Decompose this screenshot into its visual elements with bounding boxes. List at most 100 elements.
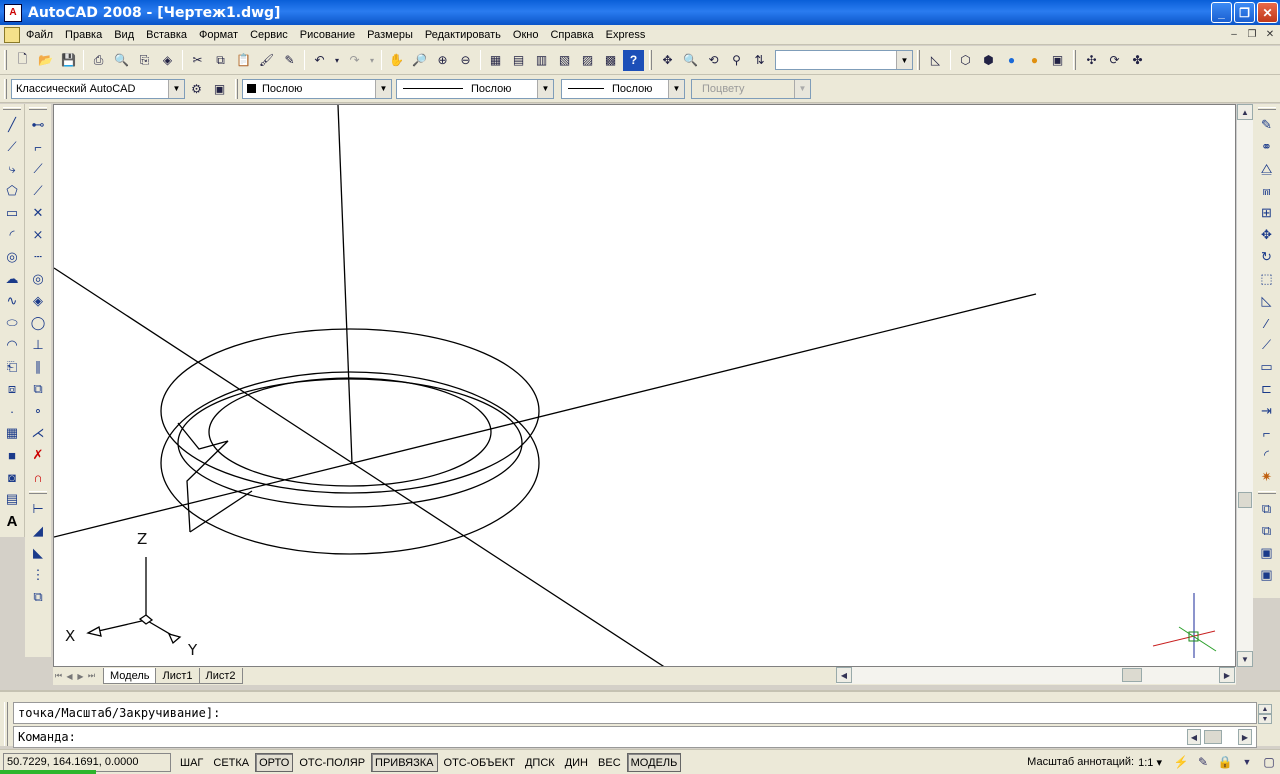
snap-center-icon[interactable]: ◎	[28, 269, 48, 289]
command-scroll-thumb[interactable]	[1204, 730, 1222, 744]
array-icon[interactable]: ⊞	[1257, 203, 1277, 223]
toolbar-grip[interactable]	[649, 50, 652, 70]
my-workspace-icon[interactable]: ▣	[209, 78, 230, 99]
erase-icon[interactable]: ✎	[1257, 115, 1277, 135]
paste-icon[interactable]: 📋	[233, 50, 254, 71]
free-orbit-icon[interactable]: ⟳	[1104, 50, 1125, 71]
print-preview-icon[interactable]: 🔍	[111, 50, 132, 71]
doc-minimize-icon[interactable]: –	[1226, 27, 1242, 42]
ordinate-dimension-icon[interactable]: ⋮	[28, 565, 48, 585]
tab-layout1[interactable]: Лист1	[155, 668, 200, 684]
publish-icon[interactable]: ⎘	[134, 50, 155, 71]
scroll-left-icon[interactable]: ◀	[836, 667, 852, 683]
dimension-style-icon[interactable]: ⧉	[28, 587, 48, 607]
zoom-previous-icon[interactable]: ⊖	[455, 50, 476, 71]
next-tab-icon[interactable]: ▶	[75, 669, 86, 683]
tab-layout2[interactable]: Лист2	[198, 668, 243, 684]
workspace-select[interactable]: Классический AutoCAD ▼	[11, 78, 185, 99]
menu-view[interactable]: Вид	[108, 25, 140, 45]
chevron-down-icon[interactable]: ▼	[537, 79, 553, 98]
sheet-set-icon[interactable]: ▧	[554, 50, 575, 71]
toolbar-grip[interactable]	[1257, 107, 1276, 110]
walk-icon[interactable]: ⚲	[726, 50, 747, 71]
menu-draw[interactable]: Рисование	[294, 25, 361, 45]
lineweight-select[interactable]: Послою ▼	[561, 78, 685, 99]
fillet-icon[interactable]: ◜	[1257, 445, 1277, 465]
snap-nearest-icon[interactable]: ⋌	[28, 423, 48, 443]
autocad-logo-icon[interactable]: A	[4, 3, 22, 22]
markup-icon[interactable]: ▨	[577, 50, 598, 71]
save-icon[interactable]: 💾	[58, 50, 79, 71]
toolbar-grip[interactable]	[4, 78, 7, 99]
toolbar-grip[interactable]	[235, 78, 238, 99]
help-icon[interactable]: ?	[623, 49, 644, 71]
chevron-down-icon[interactable]: ▼	[375, 79, 391, 98]
otrack-toggle[interactable]: ОТС-ОБЪЕКТ	[440, 753, 519, 772]
snap-from-icon[interactable]: ⌐	[28, 137, 48, 157]
draworder-above-icon[interactable]: ▣	[1257, 543, 1277, 563]
model-space-viewport[interactable]: Z X Y	[53, 104, 1236, 667]
menu-edit[interactable]: Правка	[59, 25, 108, 45]
menu-express[interactable]: Express	[600, 25, 652, 45]
annotation-visibility-icon[interactable]: ⚡	[1172, 753, 1190, 771]
rectangle-icon[interactable]: ▭	[2, 203, 22, 223]
first-tab-icon[interactable]: ⏮	[53, 669, 64, 683]
ducs-toggle[interactable]: ДПСК	[521, 753, 559, 772]
design-center-icon[interactable]: ▤	[508, 50, 529, 71]
toolbar-grip[interactable]	[1257, 491, 1276, 494]
minimize-button[interactable]: _	[1211, 2, 1232, 23]
snap-extension-icon[interactable]: ┄	[28, 247, 48, 267]
zoom-icon[interactable]: 🔍	[680, 50, 701, 71]
snap-intersection-icon[interactable]: ✕	[28, 203, 48, 223]
toolbar-grip[interactable]	[4, 50, 7, 70]
break-icon[interactable]: ⊏	[1257, 379, 1277, 399]
snap-insert-icon[interactable]: ⧉	[28, 379, 48, 399]
menu-window[interactable]: Окно	[507, 25, 545, 45]
color-select[interactable]: Послою ▼	[242, 78, 392, 99]
toolbar-grip[interactable]	[29, 107, 47, 110]
polar-tracking-toggle[interactable]: ОТС-ПОЛЯР	[295, 753, 369, 772]
snap-perpendicular-icon[interactable]: ⊥	[28, 335, 48, 355]
3d-hidden-icon[interactable]: ⬡	[955, 50, 976, 71]
osnap-settings-icon[interactable]: ∩	[28, 467, 48, 487]
realistic-icon[interactable]: ●	[1001, 50, 1022, 71]
snap-none-icon[interactable]: ✗	[28, 445, 48, 465]
stretch-icon[interactable]: ◺	[1257, 291, 1277, 311]
linetype-select[interactable]: Послою ▼	[396, 78, 554, 99]
zoom-realtime-icon[interactable]: 🔎	[409, 50, 430, 71]
arc-length-icon[interactable]: ◣	[28, 543, 48, 563]
named-view-select[interactable]: ▼	[775, 50, 913, 70]
previous-tab-icon[interactable]: ◀	[64, 669, 75, 683]
fly-icon[interactable]: ⇅	[749, 50, 770, 71]
offset-icon[interactable]: ⩎	[1257, 181, 1277, 201]
spline-icon[interactable]: ∿	[2, 291, 22, 311]
command-line-grip[interactable]	[4, 702, 8, 746]
snap-node-icon[interactable]: ∘	[28, 401, 48, 421]
rotate-icon[interactable]: ↻	[1257, 247, 1277, 267]
command-input[interactable]: Команда:	[13, 726, 1257, 748]
scale-icon[interactable]: ⬚	[1257, 269, 1277, 289]
arc-icon[interactable]: ◜	[2, 225, 22, 245]
horizontal-scroll-thumb[interactable]	[1122, 668, 1142, 682]
chevron-down-icon[interactable]: ▼	[168, 79, 184, 98]
chamfer-icon[interactable]: ⌐	[1257, 423, 1277, 443]
aligned-dimension-icon[interactable]: ◢	[28, 521, 48, 541]
menu-format[interactable]: Формат	[193, 25, 244, 45]
chevron-down-icon[interactable]: ▼	[896, 51, 912, 69]
point-icon[interactable]: ·	[2, 401, 22, 421]
document-icon[interactable]	[4, 26, 20, 43]
conceptual-icon[interactable]: ●	[1024, 50, 1045, 71]
table-icon[interactable]: ▤	[2, 489, 22, 509]
scroll-up-icon[interactable]: ▲	[1237, 104, 1253, 120]
last-tab-icon[interactable]: ⏭	[86, 669, 97, 683]
snap-midpoint-icon[interactable]: ⟋	[28, 181, 48, 201]
redo-icon[interactable]: ↷	[344, 50, 365, 71]
osnap-toggle[interactable]: ПРИВЯЗКА	[371, 752, 438, 772]
snap-tangent-icon[interactable]: ◯	[28, 313, 48, 333]
construction-line-icon[interactable]: ⟋	[2, 137, 22, 157]
command-scroll-up-icon[interactable]: ▲	[1258, 704, 1272, 714]
open-file-icon[interactable]: 📂	[35, 50, 56, 71]
temporary-tracking-icon[interactable]: ⊷	[28, 115, 48, 135]
model-toggle[interactable]: МОДЕЛЬ	[626, 752, 682, 772]
command-scroll-left-icon[interactable]: ◀	[1187, 729, 1201, 745]
